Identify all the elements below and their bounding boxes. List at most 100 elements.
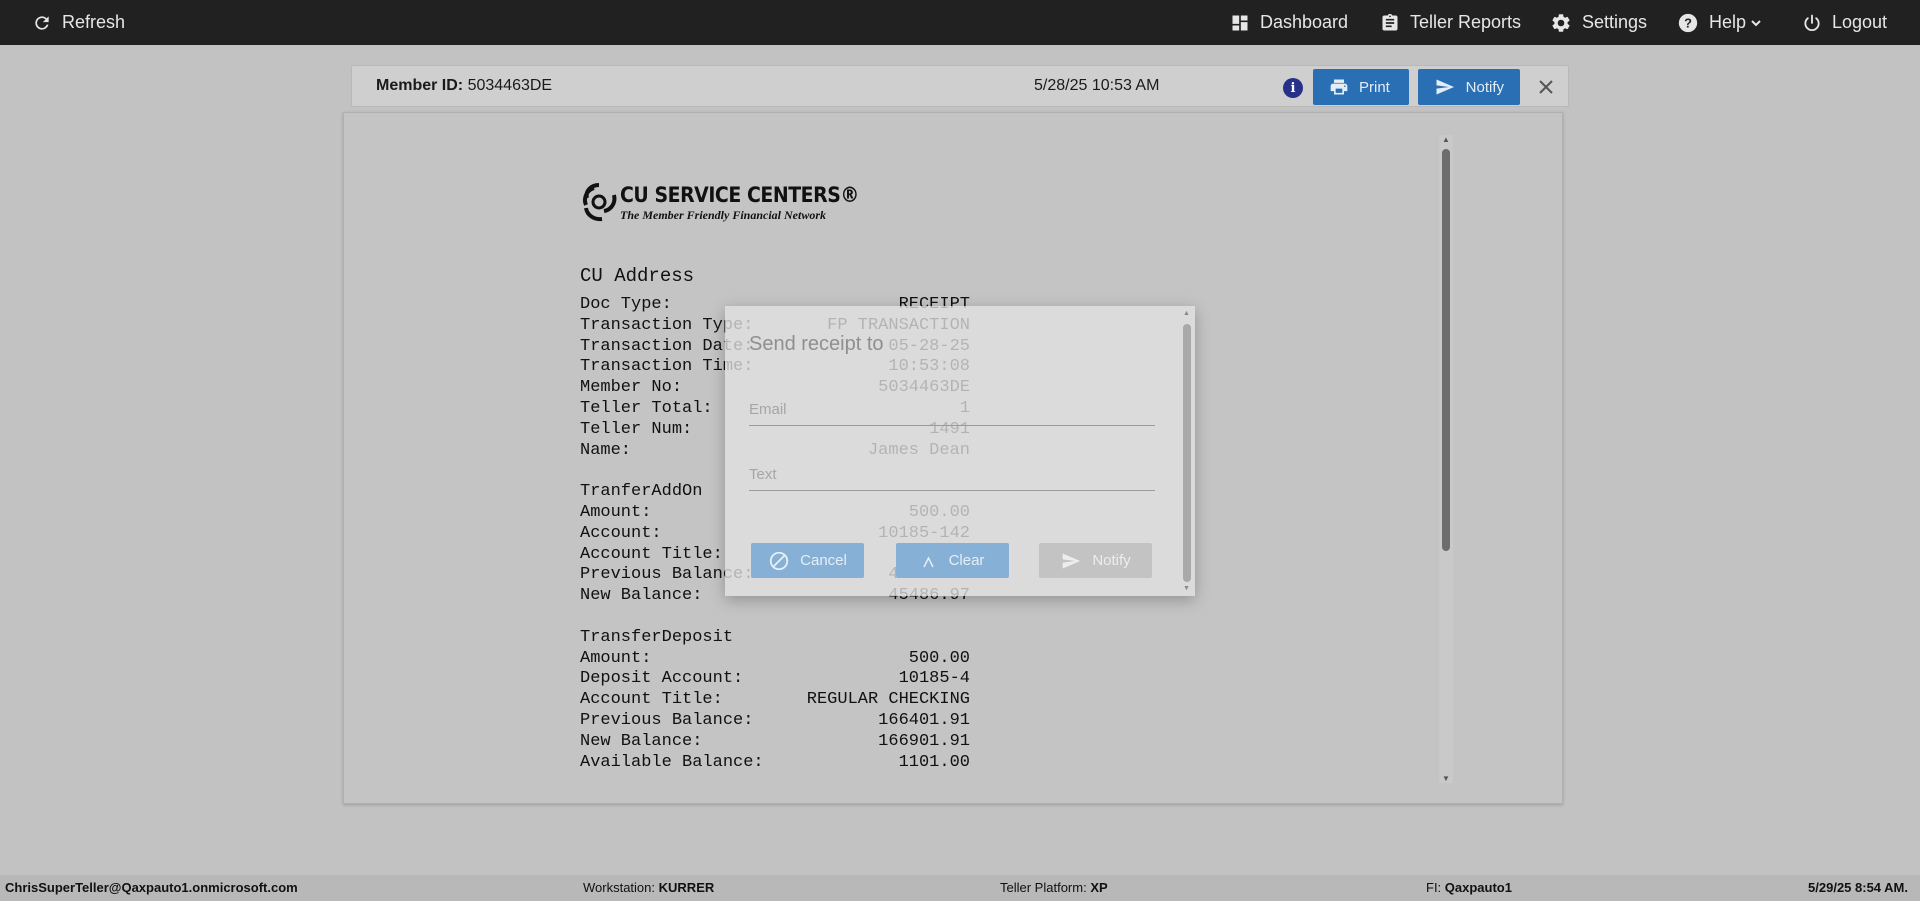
send-receipt-dialog: Send receipt to Cancel Clear Notify ▲ ▼ xyxy=(725,306,1195,596)
status-teller-platform: Teller Platform: XP xyxy=(1000,880,1108,895)
print-button[interactable]: Print xyxy=(1313,69,1409,105)
printer-icon xyxy=(1330,79,1348,95)
nav-teller-reports-label: Teller Reports xyxy=(1410,12,1522,32)
receipt-line-label: Amount: xyxy=(580,648,652,668)
cancel-button-label: Cancel xyxy=(800,552,847,569)
workstation-label: Workstation: xyxy=(583,880,656,895)
cu-address: CU Address xyxy=(580,265,695,287)
scroll-down-arrow[interactable]: ▼ xyxy=(1183,585,1190,592)
scroll-down-arrow[interactable]: ▼ xyxy=(1442,774,1450,783)
member-id-value: 5034463DE xyxy=(467,77,553,94)
receipt-line: TransferDeposit xyxy=(580,628,970,649)
help-icon: ? xyxy=(1678,13,1698,32)
fi-label: FI: xyxy=(1426,880,1442,895)
scrollbar-thumb[interactable] xyxy=(1442,149,1450,551)
cu-service-centers-logo: CU SERVICE CENTERS® The Member Friendly … xyxy=(580,181,859,227)
member-datetime: 5/28/25 10:53 AM xyxy=(1034,77,1160,94)
dialog-notify-label: Notify xyxy=(1092,552,1131,569)
scroll-up-arrow[interactable]: ▲ xyxy=(1183,310,1190,317)
member-id-label: Member ID: xyxy=(376,77,464,94)
receipt-line-label: Previous Balance: xyxy=(580,710,754,730)
receipt-line-value: 500.00 xyxy=(908,648,970,668)
receipt-line-value: REGULAR CHECKING xyxy=(806,690,970,710)
notify-button[interactable]: Notify xyxy=(1418,69,1520,105)
receipt-line: New Balance: 166901.91 xyxy=(580,732,970,753)
receipt-line-label: TransferDeposit xyxy=(580,627,734,647)
receipt-scrollbar[interactable]: ▲ ▼ xyxy=(1439,135,1453,783)
receipt-line-label: New Balance: xyxy=(580,586,703,606)
send-icon xyxy=(1062,553,1081,568)
platform-value: XP xyxy=(1090,880,1108,895)
receipt-line-value: 166401.91 xyxy=(878,710,970,730)
email-field[interactable] xyxy=(749,394,1155,426)
receipt-line-label: Doc Type: xyxy=(580,295,672,314)
receipt-line-label: Account: xyxy=(580,523,662,543)
cancel-button[interactable]: Cancel xyxy=(751,543,864,578)
workstation-value: KURRER xyxy=(658,880,715,895)
send-icon xyxy=(1436,79,1454,95)
platform-label: Teller Platform: xyxy=(1000,880,1087,895)
receipt-line-label: Account Title: xyxy=(580,544,723,564)
svg-text:?: ? xyxy=(1684,15,1692,30)
cancel-icon xyxy=(769,551,789,570)
dialog-scrollbar[interactable]: ▲ ▼ xyxy=(1181,310,1193,592)
refresh-icon xyxy=(35,15,49,30)
receipt-line-label: Amount: xyxy=(580,502,652,522)
receipt-line-label: Member No: xyxy=(580,378,683,398)
info-icon[interactable]: i xyxy=(1283,78,1303,98)
receipt-line-label: Account Title: xyxy=(580,690,723,710)
clear-button-label: Clear xyxy=(948,552,985,569)
receipt-line-value: 166901.91 xyxy=(878,731,970,751)
receipt-line-label: TranferAddOn xyxy=(580,482,703,502)
power-icon xyxy=(1804,14,1820,31)
receipt-line xyxy=(580,607,970,628)
fi-value: Qaxpauto1 xyxy=(1444,880,1512,895)
clear-icon xyxy=(922,555,934,567)
receipt-line-value: 1101.00 xyxy=(898,752,970,772)
member-header-bar: Member ID: 5034463DE 5/28/25 10:53 AM i … xyxy=(351,65,1569,107)
clear-button[interactable]: Clear xyxy=(896,543,1009,578)
receipt-line-label: Teller Num: xyxy=(580,419,693,439)
nav-settings[interactable]: Settings xyxy=(1550,0,1647,45)
nav-help-label: Help xyxy=(1709,12,1747,32)
receipt-line-label: New Balance: xyxy=(580,731,703,751)
status-fi: FI: Qaxpauto1 xyxy=(1426,880,1512,895)
nav-logout[interactable]: Logout xyxy=(1802,0,1887,45)
receipt-line-value: 10185-4 xyxy=(898,669,970,689)
status-workstation: Workstation: KURRER xyxy=(583,880,714,895)
nav-teller-reports[interactable]: Teller Reports xyxy=(1380,0,1521,45)
receipt-line: Deposit Account: 10185-4 xyxy=(580,669,970,690)
refresh-button[interactable]: Refresh xyxy=(32,0,125,45)
nav-help[interactable]: ? Help xyxy=(1677,0,1762,45)
clipboard-icon xyxy=(1382,13,1398,31)
close-icon[interactable] xyxy=(1535,76,1557,98)
dialog-title: Send receipt to xyxy=(749,333,884,355)
nav-dashboard-label: Dashboard xyxy=(1260,12,1349,32)
nav-logout-label: Logout xyxy=(1832,12,1888,32)
nav-dashboard[interactable]: Dashboard xyxy=(1230,0,1348,45)
logo-name: CU SERVICE CENTERS® xyxy=(620,183,859,207)
text-field[interactable] xyxy=(749,459,1155,491)
dialog-notify-button[interactable]: Notify xyxy=(1039,543,1152,578)
scrollbar-thumb[interactable] xyxy=(1183,324,1191,582)
notify-button-label: Notify xyxy=(1465,78,1504,96)
dashboard-icon xyxy=(1232,15,1248,30)
receipt-line-label: Teller Total: xyxy=(580,398,713,418)
refresh-label: Refresh xyxy=(62,12,126,32)
receipt-line: Account Title: REGULAR CHECKING xyxy=(580,690,970,711)
chevron-down-icon xyxy=(1751,19,1761,26)
receipt-line: Available Balance: 1101.00 xyxy=(580,753,970,774)
receipt-line: Amount: 500.00 xyxy=(580,649,970,670)
gear-icon xyxy=(1552,13,1570,32)
nav-settings-label: Settings xyxy=(1582,12,1648,32)
status-bar: ChrisSuperTeller@Qaxpauto1.onmicrosoft.c… xyxy=(0,875,1920,901)
receipt-line-label: Available Balance: xyxy=(580,752,764,772)
receipt-line-label: Name: xyxy=(580,440,632,460)
status-user: ChrisSuperTeller@Qaxpauto1.onmicrosoft.c… xyxy=(5,880,298,895)
top-navigation-bar: Refresh Dashboard Teller Reports Setting… xyxy=(0,0,1920,45)
receipt-line-label: Deposit Account: xyxy=(580,669,744,689)
scroll-up-arrow[interactable]: ▲ xyxy=(1442,135,1450,144)
cu-logo-icon xyxy=(583,183,617,222)
print-button-label: Print xyxy=(1359,78,1390,96)
status-datetime: 5/29/25 8:54 AM. xyxy=(1808,880,1908,895)
